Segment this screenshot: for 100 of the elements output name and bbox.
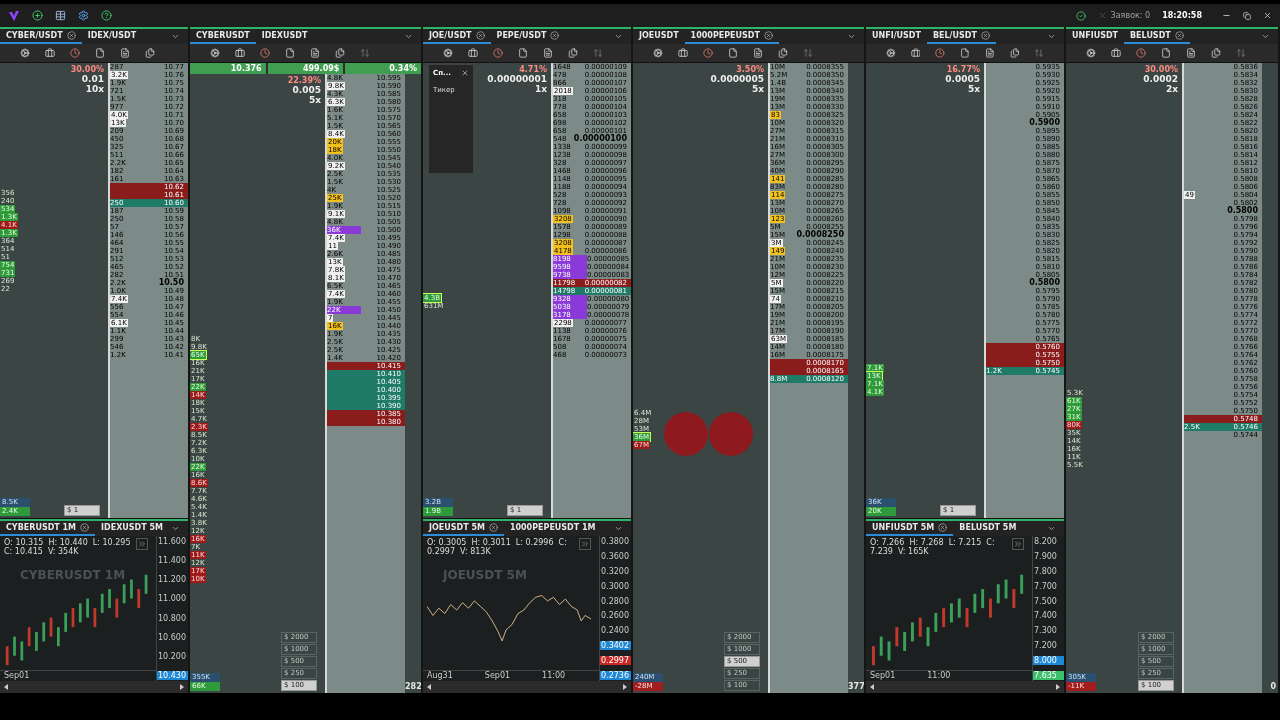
tab[interactable]: 1000PEPEUSDT 1M xyxy=(503,521,602,536)
change-percent: 16.77% xyxy=(946,65,980,74)
horizontal-scrollbar[interactable] xyxy=(423,681,631,693)
price-tag: 0.3402 xyxy=(600,641,631,651)
clock-icon[interactable] xyxy=(493,48,503,58)
change-percent: 3.50% xyxy=(736,65,764,74)
file-icon[interactable] xyxy=(1161,48,1171,58)
settings-icon[interactable] xyxy=(443,48,453,58)
document-icon[interactable] xyxy=(1186,48,1196,58)
multiplier: 5x xyxy=(967,84,980,94)
settings-icon[interactable] xyxy=(886,48,896,58)
close-icon[interactable] xyxy=(488,523,498,532)
price-cell-text: 0.5800 xyxy=(1028,279,1061,287)
close-icon[interactable] xyxy=(475,31,485,40)
dropdown-icon[interactable] xyxy=(171,32,180,41)
close-icon[interactable] xyxy=(66,31,76,40)
change-percent: 30.00% xyxy=(70,65,104,74)
file-icon[interactable] xyxy=(960,48,970,58)
files-icon[interactable] xyxy=(145,48,155,58)
clock-icon[interactable] xyxy=(703,48,713,58)
close-icon[interactable] xyxy=(550,31,560,40)
document-icon[interactable] xyxy=(120,48,130,58)
document-icon[interactable] xyxy=(753,48,763,58)
tab[interactable]: IDEX/USDT xyxy=(81,29,143,44)
horizontal-scrollbar[interactable] xyxy=(0,681,188,693)
horizontal-scrollbar[interactable] xyxy=(866,681,1064,693)
close-icon[interactable] xyxy=(80,523,90,532)
files-icon[interactable] xyxy=(568,48,578,58)
clock-icon[interactable] xyxy=(70,48,80,58)
settings-icon[interactable] xyxy=(653,48,663,58)
price-cell-text: 0.5900 xyxy=(1028,119,1061,127)
ladder-row[interactable]: 0.5800 xyxy=(1184,207,1262,215)
close-icon[interactable] xyxy=(980,31,990,40)
close-icon[interactable] xyxy=(461,69,469,77)
settings-icon[interactable] xyxy=(1086,48,1096,58)
dropdown-icon[interactable] xyxy=(614,524,623,533)
document-icon[interactable] xyxy=(543,48,553,58)
tab[interactable]: JOEUSDT 5M xyxy=(423,521,504,536)
add-icon[interactable] xyxy=(32,10,43,21)
y-axis-label: 0.2800 xyxy=(600,596,630,606)
briefcase-icon[interactable] xyxy=(45,48,55,58)
tab[interactable]: UNFI/USDT xyxy=(866,29,927,44)
document-icon[interactable] xyxy=(310,48,320,58)
tab[interactable]: IDEXUSDT xyxy=(255,29,314,44)
tab[interactable]: JOEUSDT xyxy=(633,29,685,44)
y-axis-label: 11.200 xyxy=(157,575,187,585)
briefcase-icon[interactable] xyxy=(910,48,921,58)
dropdown-icon[interactable] xyxy=(171,524,180,533)
dropdown-icon[interactable] xyxy=(1047,32,1056,41)
y-axis-label: 10.600 xyxy=(157,632,187,642)
clock-icon[interactable] xyxy=(260,48,270,58)
y-axis-label: 11.400 xyxy=(157,556,187,566)
close-window-icon[interactable] xyxy=(1263,11,1272,20)
ladder-row[interactable]: 0.5900 xyxy=(986,119,1064,127)
settings-icon[interactable] xyxy=(210,48,220,58)
file-icon[interactable] xyxy=(95,48,105,58)
tick-step: 0.00000001 xyxy=(487,74,547,84)
restore-icon[interactable] xyxy=(1243,11,1251,20)
dropdown-icon[interactable] xyxy=(1047,524,1056,533)
tab[interactable]: UNFIUSDT xyxy=(1066,29,1124,44)
clock-icon[interactable] xyxy=(935,48,946,58)
table-icon[interactable] xyxy=(55,10,66,21)
sort-icon[interactable] xyxy=(1034,48,1045,58)
files-icon[interactable] xyxy=(1009,48,1020,58)
file-icon[interactable] xyxy=(728,48,738,58)
price-tag: 10.430 xyxy=(157,671,188,680)
briefcase-icon[interactable] xyxy=(1111,48,1121,58)
settings-icon[interactable] xyxy=(20,48,30,58)
tab[interactable]: CYBERUSDT 1M xyxy=(0,521,96,536)
y-axis-label: 7.500 xyxy=(1033,596,1058,606)
dropdown-icon[interactable] xyxy=(614,32,623,41)
tab[interactable]: UNFIUSDT 5M xyxy=(866,521,954,536)
files-icon[interactable] xyxy=(335,48,345,58)
app-logo[interactable] xyxy=(8,9,20,22)
x-axis-label: Sep01 xyxy=(870,671,896,681)
clock-icon[interactable] xyxy=(1136,48,1146,58)
dropdown-icon[interactable] xyxy=(847,32,856,41)
settings-icon[interactable] xyxy=(78,10,89,21)
document-icon[interactable] xyxy=(984,48,995,58)
files-icon[interactable] xyxy=(778,48,788,58)
close-icon[interactable] xyxy=(938,523,948,532)
ladder-row[interactable]: 0.5800 xyxy=(986,279,1064,287)
briefcase-icon[interactable] xyxy=(678,48,688,58)
close-icon[interactable] xyxy=(1174,31,1184,40)
close-icon[interactable] xyxy=(763,31,773,40)
dropdown-icon[interactable] xyxy=(1261,32,1270,41)
price-cell-text: 0.0008250 xyxy=(796,231,845,239)
ohlc-readout: O: 10.315 H: 10.440 L: 10.295 C: 10.415 V: 354K xyxy=(4,538,132,556)
dropdown-icon[interactable] xyxy=(404,32,413,41)
tab[interactable]: PEPE/USDT xyxy=(490,29,566,44)
orders-status: Заявок: 0 xyxy=(1110,9,1151,22)
briefcase-icon[interactable] xyxy=(468,48,478,58)
tab[interactable]: BELUSDT 5M xyxy=(953,521,1023,536)
tab[interactable]: IDEXUSDT 5M xyxy=(95,521,169,536)
price-tag: 0.2736 xyxy=(600,670,631,680)
files-icon[interactable] xyxy=(1211,48,1221,58)
help-icon[interactable] xyxy=(101,10,112,21)
briefcase-icon[interactable] xyxy=(235,48,245,58)
file-icon[interactable] xyxy=(518,48,528,58)
file-icon[interactable] xyxy=(285,48,295,58)
